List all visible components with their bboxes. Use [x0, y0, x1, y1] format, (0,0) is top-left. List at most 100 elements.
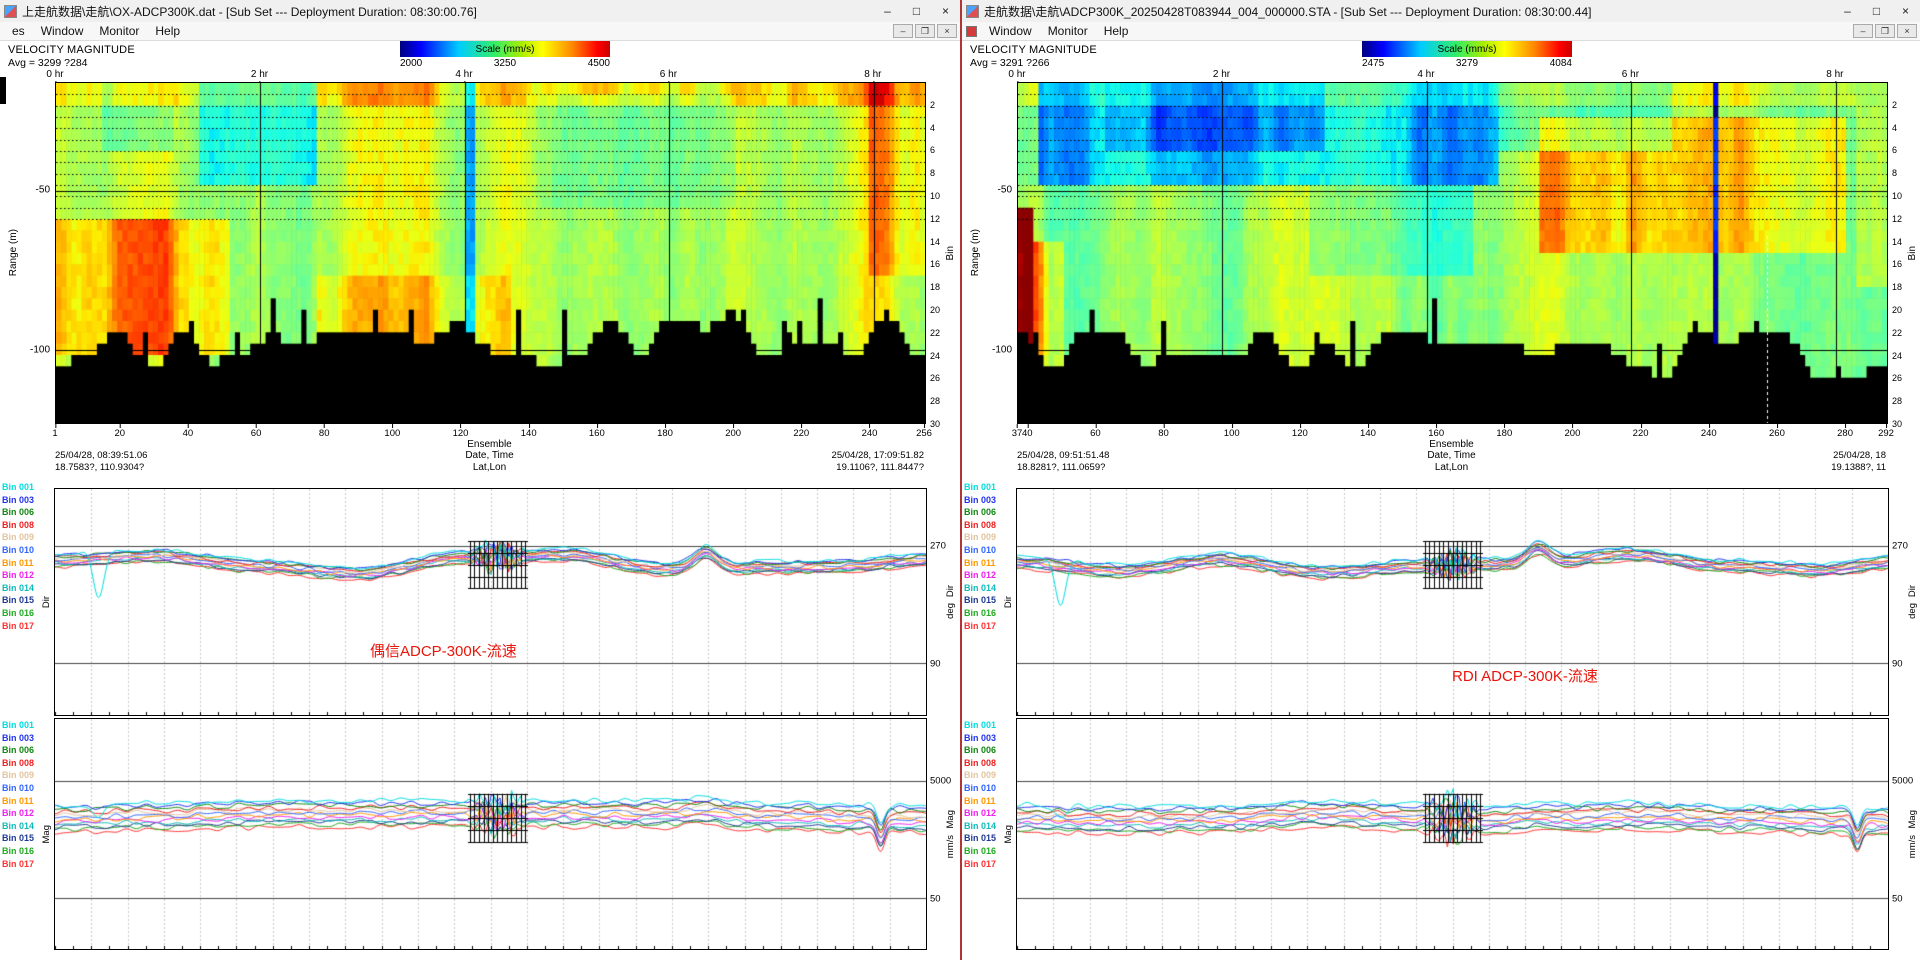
ensemble-tick-label: 100: [1224, 428, 1240, 439]
magnitude-chart-canvas[interactable]: [1017, 719, 1888, 949]
app-icon: [4, 5, 17, 18]
mdi-controls: – ❐ ×: [1853, 24, 1920, 38]
bin-tick-label: 6: [930, 145, 935, 155]
bin-tick-label: 16: [1892, 259, 1902, 269]
direction-tick-label: 90: [1892, 659, 1903, 670]
ensemble-tick-label: 200: [725, 428, 741, 439]
titlebar[interactable]: 上走航数据\走航\OX-ADCP300K.dat - [Sub Set --- …: [0, 0, 960, 22]
app-icon: [966, 5, 979, 18]
datetime-start: 25/04/28, 09:51:51.48: [1017, 450, 1109, 461]
ensemble-tick-label: 240: [1701, 428, 1717, 439]
velocity-heatmap-canvas[interactable]: [56, 83, 925, 423]
color-scale-gradient: Scale (mm/s): [1362, 41, 1572, 57]
magnitude-axis-label-left: Mag: [40, 718, 52, 950]
bin-tick-label: 18: [1892, 282, 1902, 292]
titlebar[interactable]: 走航数据\走航\ADCP300K_20250428T083944_004_000…: [962, 0, 1920, 22]
mdi-restore-button[interactable]: ❐: [1875, 24, 1895, 38]
ensemble-tick-label: 120: [453, 428, 469, 439]
magnitude-chart-canvas[interactable]: [55, 719, 926, 949]
ensemble-tick-label: 60: [1090, 428, 1101, 439]
hour-tick-label: 6 hr: [1622, 69, 1639, 80]
ensemble-tick-label: 220: [793, 428, 809, 439]
range-axis-label-wrap: Range (m): [6, 82, 20, 424]
plot-title: VELOCITY MAGNITUDE: [8, 44, 135, 56]
color-scale-gradient: Scale (mm/s): [400, 41, 610, 57]
latlon-label: Lat,Lon: [1435, 462, 1468, 473]
minimize-button[interactable]: –: [1833, 0, 1862, 22]
ensemble-tick-label: 140: [521, 428, 537, 439]
bin-tick-label: 24: [1892, 351, 1902, 361]
velocity-heatmap-plot[interactable]: [55, 82, 926, 424]
menu-item-truncated[interactable]: es: [4, 24, 33, 38]
mdi-restore-button[interactable]: ❐: [915, 24, 935, 38]
velocity-heatmap-canvas[interactable]: [1018, 83, 1887, 423]
magnitude-chart[interactable]: [54, 718, 927, 950]
menu-item-help[interactable]: Help: [147, 24, 188, 38]
velocity-heatmap-plot[interactable]: [1017, 82, 1888, 424]
ensemble-axis: 3740608010012014016018020022024026028029…: [1017, 425, 1886, 438]
window-content: VELOCITY MAGNITUDE Avg = 3291 ?266 Scale…: [962, 41, 1920, 960]
menu-item-window[interactable]: Window: [981, 24, 1040, 38]
hour-tick-label: 4 hr: [455, 69, 472, 80]
datetime-end: 25/04/28, 18: [1833, 450, 1886, 461]
bin-tick-label: 10: [930, 191, 940, 201]
menu-item-monitor[interactable]: Monitor: [1040, 24, 1096, 38]
mdi-close-button[interactable]: ×: [937, 24, 957, 38]
bin-axis-label: Bin: [1907, 246, 1918, 260]
ensemble-tick-label: 140: [1360, 428, 1376, 439]
mdi-controls: – ❐ ×: [893, 24, 960, 38]
ensemble-tick-label: 200: [1565, 428, 1581, 439]
bin-tick-label: 4: [1892, 123, 1897, 133]
direction-axis-label-left: Dir: [1002, 488, 1014, 716]
hour-axis: 0 hr2 hr4 hr6 hr8 hr: [1017, 64, 1886, 81]
datetime-row: 25/04/28, 09:51:51.48 Date, Time 25/04/2…: [1017, 450, 1886, 462]
ensemble-tick-label: 37: [1012, 428, 1023, 439]
bin-tick-label: 20: [930, 305, 940, 315]
bin-tick-label: 12: [930, 214, 940, 224]
direction-tick-label: 90: [930, 659, 941, 670]
hour-tick-label: 8 hr: [1826, 69, 1843, 80]
ensemble-axis-title: Ensemble: [1017, 439, 1886, 450]
menu-item-help[interactable]: Help: [1096, 24, 1137, 38]
ensemble-tick-label: 220: [1633, 428, 1649, 439]
deg-unit-label: deg: [1907, 603, 1918, 619]
direction-axis-label-left: Dir: [40, 488, 52, 716]
direction-chart[interactable]: [54, 488, 927, 716]
bin-tick-label: 26: [1892, 373, 1902, 383]
range-axis: -50-100: [26, 82, 52, 424]
hour-tick-label: 2 hr: [1213, 69, 1230, 80]
ensemble-tick-label: 40: [1022, 428, 1033, 439]
datetime-row: 25/04/28, 08:39:51.06 Date, Time 25/04/2…: [55, 450, 924, 462]
close-button[interactable]: ×: [1891, 0, 1920, 22]
direction-chart-canvas[interactable]: [55, 489, 926, 715]
direction-axis-label-right: Dir deg: [944, 488, 956, 716]
maximize-button[interactable]: □: [902, 0, 931, 22]
dir-axis-label: Dir: [1003, 596, 1014, 608]
menu-item-window[interactable]: Window: [33, 24, 92, 38]
menu-item-monitor[interactable]: Monitor: [91, 24, 147, 38]
dir-axis-label: Dir: [41, 596, 52, 608]
ensemble-tick-label: 240: [862, 428, 878, 439]
ensemble-tick-label: 280: [1837, 428, 1853, 439]
magnitude-axis-label-right: Mag mm/s: [1906, 718, 1918, 950]
close-button[interactable]: ×: [931, 0, 960, 22]
menubar: Window Monitor Help – ❐ ×: [962, 22, 1920, 41]
menubar: es Window Monitor Help – ❐ ×: [0, 22, 960, 41]
maximize-button[interactable]: □: [1862, 0, 1891, 22]
mdi-minimize-button[interactable]: –: [893, 24, 913, 38]
window-title: 走航数据\走航\ADCP300K_20250428T083944_004_000…: [984, 3, 1833, 20]
window-left-adcp: 上走航数据\走航\OX-ADCP300K.dat - [Sub Set --- …: [0, 0, 960, 960]
minimize-button[interactable]: –: [873, 0, 902, 22]
bin-axis: 24681012141618202224262830: [1891, 82, 1905, 424]
ensemble-tick-label: 180: [1496, 428, 1512, 439]
mdi-minimize-button[interactable]: –: [1853, 24, 1873, 38]
bin-axis-label-wrap: Bin: [1907, 82, 1919, 424]
hour-tick-label: 0 hr: [46, 69, 63, 80]
ensemble-tick-label: 40: [183, 428, 194, 439]
magnitude-chart[interactable]: [1016, 718, 1889, 950]
mdi-close-button[interactable]: ×: [1897, 24, 1917, 38]
mag-axis-label: Mag: [945, 810, 956, 828]
magnitude-axis-label-left: Mag: [1002, 718, 1014, 950]
magnitude-tick-label: 50: [930, 893, 941, 904]
deg-unit-label: deg: [945, 603, 956, 619]
